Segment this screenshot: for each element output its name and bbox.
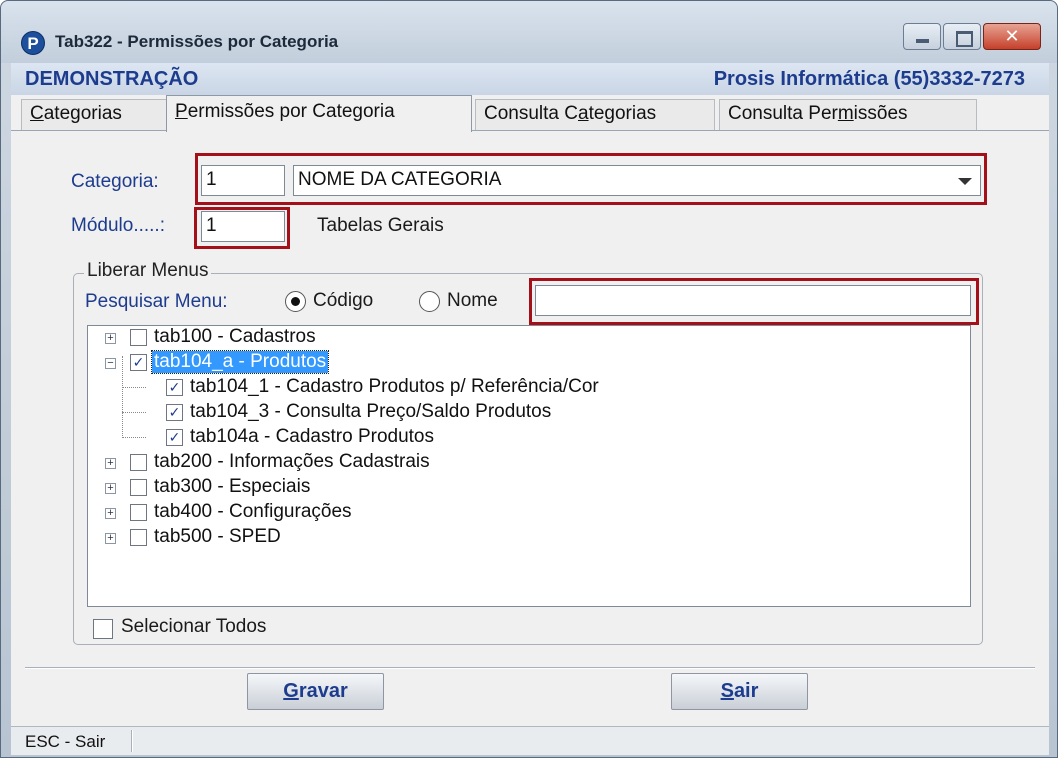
tree-node-checkbox[interactable] xyxy=(130,529,147,546)
tree-connector-line xyxy=(122,412,146,413)
tree-node-checkbox[interactable] xyxy=(166,429,183,446)
status-divider xyxy=(131,730,133,752)
tree-node-checkbox[interactable] xyxy=(130,329,147,346)
tree-connector-line xyxy=(122,437,146,438)
expand-plus-icon[interactable]: + xyxy=(105,333,116,344)
radio-codigo-label[interactable]: Código xyxy=(313,290,373,312)
modulo-code-input[interactable]: 1 xyxy=(201,211,285,242)
button-label: air xyxy=(733,680,759,702)
tab-strip: Categorias Permissões por Categoria Cons… xyxy=(11,95,1049,132)
tree-node-label: tab104_3 - Consulta Preço/Saldo Produtos xyxy=(190,401,552,422)
select-all-checkbox[interactable] xyxy=(93,619,113,639)
button-accel: S xyxy=(720,680,734,702)
radio-codigo[interactable] xyxy=(285,291,306,312)
tree-node-label: tab300 - Especiais xyxy=(154,476,311,497)
tab-label: ategorias xyxy=(43,103,122,124)
radio-nome[interactable] xyxy=(419,291,440,312)
categoria-name-combobox[interactable]: NOME DA CATEGORIA xyxy=(293,165,981,196)
tab-label: tegorias xyxy=(588,103,657,124)
close-button[interactable]: ✕ xyxy=(983,23,1041,50)
tree-node-label: tab200 - Informações Cadastrais xyxy=(154,451,430,472)
search-menu-label: Pesquisar Menu: xyxy=(85,291,228,312)
tab-permissoes-por-categoria[interactable]: Permissões por Categoria xyxy=(166,95,472,132)
select-all-label[interactable]: Selecionar Todos xyxy=(121,616,266,638)
maximize-button[interactable] xyxy=(943,23,981,50)
tree-connector-line xyxy=(122,356,123,436)
company-mode-label: DEMONSTRAÇÃO xyxy=(25,68,199,90)
tab-categorias[interactable]: Categorias xyxy=(21,99,169,130)
tree-node-checkbox[interactable] xyxy=(130,504,147,521)
vendor-contact-label: Prosis Informática (55)3332-7273 xyxy=(713,68,1025,90)
categoria-label: Categoria: xyxy=(71,171,159,192)
tree-node-checkbox[interactable] xyxy=(130,354,147,371)
tree-node-label: tab104_a - Produtos xyxy=(150,350,330,374)
tree-node-label: tab100 - Cadastros xyxy=(154,326,316,347)
tab-consulta-categorias[interactable]: Consulta Categorias xyxy=(475,99,715,130)
modulo-label: Módulo.....: xyxy=(71,215,165,236)
sair-button[interactable]: Sair xyxy=(671,673,808,710)
client-area: DEMONSTRAÇÃO Prosis Informática (55)3332… xyxy=(11,63,1049,755)
expand-plus-icon[interactable]: + xyxy=(105,533,116,544)
expand-plus-icon[interactable]: + xyxy=(105,508,116,519)
chevron-down-icon[interactable] xyxy=(958,178,972,185)
expand-plus-icon[interactable]: + xyxy=(105,483,116,494)
tab-accel: m xyxy=(837,103,854,124)
search-menu-input[interactable] xyxy=(535,285,971,316)
tree-connector-line xyxy=(122,387,146,388)
tree-node-checkbox[interactable] xyxy=(166,404,183,421)
radio-nome-label[interactable]: Nome xyxy=(447,290,498,312)
tab-consulta-permissoes[interactable]: Consulta Permissões xyxy=(719,99,977,130)
status-bar: ESC - Sair xyxy=(11,726,1049,755)
button-accel: G xyxy=(283,680,299,702)
brand-bar: DEMONSTRAÇÃO Prosis Informática (55)3332… xyxy=(11,63,1049,95)
footer-separator xyxy=(25,667,1035,669)
tree-node-checkbox[interactable] xyxy=(130,479,147,496)
tab-accel: P xyxy=(175,101,188,122)
tab-accel: C xyxy=(30,103,44,124)
tree-node-label: tab104_1 - Cadastro Produtos p/ Referênc… xyxy=(190,376,599,397)
tree-node-label: tab500 - SPED xyxy=(154,526,281,547)
status-text: ESC - Sair xyxy=(25,732,106,751)
app-window: P Tab322 - Permissões por Categoria ✕ DE… xyxy=(0,0,1058,758)
categoria-name-value: NOME DA CATEGORIA xyxy=(298,169,502,190)
app-logo-icon: P xyxy=(21,31,45,55)
tab-label: ermissões por Categoria xyxy=(187,101,395,122)
expand-plus-icon[interactable]: + xyxy=(105,458,116,469)
tab-label: Consulta Per xyxy=(728,103,838,124)
window-title: Tab322 - Permissões por Categoria xyxy=(55,32,339,51)
gravar-button[interactable]: Gravar xyxy=(247,673,384,710)
tree-node-label: tab104a - Cadastro Produtos xyxy=(190,426,434,447)
tree-node-checkbox[interactable] xyxy=(166,379,183,396)
title-bar[interactable]: P Tab322 - Permissões por Categoria ✕ xyxy=(1,1,1057,63)
collapse-minus-icon[interactable]: − xyxy=(105,358,116,369)
minimize-button[interactable] xyxy=(903,23,941,50)
tab-label: issões xyxy=(853,103,908,124)
tab-accel: a xyxy=(578,103,589,124)
tree-node-checkbox[interactable] xyxy=(130,454,147,471)
button-label: ravar xyxy=(298,680,348,702)
group-legend: Liberar Menus xyxy=(84,260,212,282)
modulo-name-label: Tabelas Gerais xyxy=(317,215,444,236)
tree-node-label: tab400 - Configurações xyxy=(154,501,352,522)
tab-label: Consulta C xyxy=(484,103,578,124)
categoria-code-input[interactable]: 1 xyxy=(201,165,285,196)
menu-tree[interactable]: + tab100 - Cadastros − tab104_a - Produt… xyxy=(87,325,971,607)
